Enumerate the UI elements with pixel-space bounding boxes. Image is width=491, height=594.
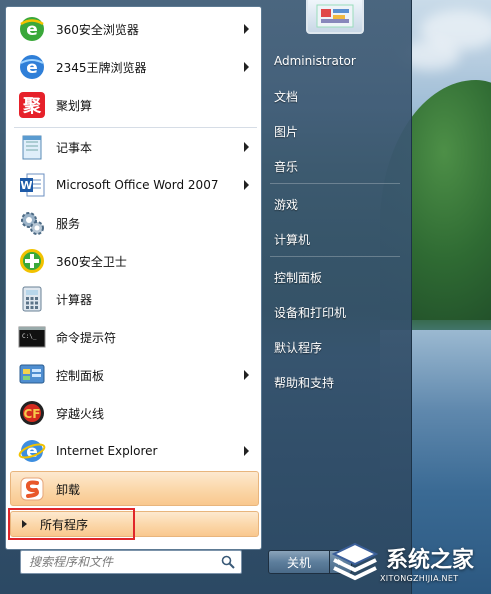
menu-item-default-programs[interactable]: 默认程序: [266, 332, 402, 362]
program-item-word[interactable]: W Microsoft Office Word 2007: [10, 167, 259, 203]
svg-text:聚: 聚: [22, 96, 42, 117]
svg-text:CF: CF: [23, 407, 40, 421]
user-avatar[interactable]: [306, 0, 364, 34]
program-item-360-safe[interactable]: 360安全卫士: [10, 243, 259, 279]
menu-label: 游戏: [274, 197, 299, 212]
control-panel-icon: [16, 359, 48, 391]
menu-item-computer[interactable]: 计算机: [266, 224, 402, 254]
watermark-title: 系统之家: [386, 548, 475, 573]
all-programs-button[interactable]: 所有程序: [10, 511, 259, 537]
program-item-internet-explorer[interactable]: e Internet Explorer: [10, 433, 259, 469]
program-item-notepad[interactable]: 记事本: [10, 129, 259, 165]
search-icon[interactable]: [221, 555, 235, 572]
submenu-arrow-icon: [244, 24, 249, 34]
program-label: Microsoft Office Word 2007: [56, 178, 219, 192]
program-label: 卸载: [56, 482, 81, 497]
program-item-cmd[interactable]: C:\_ 命令提示符: [10, 319, 259, 355]
program-item-2345-browser[interactable]: e 2345王牌浏览器: [10, 49, 259, 85]
separator: [270, 256, 400, 257]
menu-item-control-panel[interactable]: 控制面板: [266, 262, 402, 292]
separator: [14, 127, 257, 128]
services-gear-icon: [16, 207, 48, 239]
program-label: 360安全浏览器: [56, 22, 139, 37]
svg-text:e: e: [26, 20, 38, 40]
program-label: 2345王牌浏览器: [56, 60, 147, 75]
svg-text:W: W: [20, 179, 32, 192]
program-label: 穿越火线: [56, 406, 105, 421]
program-label: 聚划算: [56, 98, 93, 113]
program-label: 360安全卫士: [56, 254, 127, 269]
menu-label: 默认程序: [274, 340, 323, 355]
watermark-url: XITONGZHIJIA.NET: [380, 574, 459, 583]
site-watermark: 系统之家 XITONGZHIJIA.NET: [328, 540, 488, 590]
program-item-crossfire[interactable]: CF 穿越火线: [10, 395, 259, 431]
menu-label: Administrator: [274, 54, 356, 68]
watermark-logo-icon: [331, 542, 379, 581]
menu-item-games[interactable]: 游戏: [266, 189, 402, 219]
crossfire-icon: CF: [16, 397, 48, 429]
menu-item-administrator[interactable]: Administrator: [266, 46, 402, 76]
menu-item-pictures[interactable]: 图片: [266, 116, 402, 146]
360-safe-icon: [16, 245, 48, 277]
submenu-arrow-icon: [244, 142, 249, 152]
submenu-arrow-icon: [244, 62, 249, 72]
program-item-services[interactable]: 服务: [10, 205, 259, 241]
program-item-uninstall[interactable]: 卸载: [10, 471, 259, 507]
menu-item-help-support[interactable]: 帮助和支持: [266, 367, 402, 397]
program-item-360-browser[interactable]: e 360安全浏览器: [10, 11, 259, 47]
uninstall-icon: [16, 473, 48, 505]
menu-item-music[interactable]: 音乐: [266, 151, 402, 181]
submenu-arrow-icon: [244, 370, 249, 380]
all-programs-label: 所有程序: [40, 517, 89, 532]
program-label: 服务: [56, 216, 81, 231]
menu-label: 帮助和支持: [274, 375, 335, 390]
menu-label: 图片: [274, 124, 299, 139]
menu-item-documents[interactable]: 文档: [266, 81, 402, 111]
program-label: 记事本: [56, 140, 93, 155]
shutdown-button[interactable]: 关机: [268, 550, 330, 574]
program-label: 计算器: [56, 292, 93, 307]
shutdown-label: 关机: [287, 555, 312, 570]
notepad-icon: [16, 131, 48, 163]
svg-text:C:\_: C:\_: [22, 333, 37, 340]
menu-label: 文档: [274, 89, 299, 104]
2345-browser-icon: e: [16, 51, 48, 83]
menu-label: 控制面板: [274, 270, 323, 285]
program-item-calculator[interactable]: 计算器: [10, 281, 259, 317]
search-input[interactable]: [29, 552, 219, 572]
ie-icon: e: [16, 435, 48, 467]
search-box[interactable]: [20, 550, 242, 574]
program-label: 控制面板: [56, 368, 105, 383]
360-browser-icon: e: [16, 13, 48, 45]
menu-label: 计算机: [274, 232, 311, 247]
start-menu: e 360安全浏览器 e 2345王牌浏览器 聚 聚划算 记事本 W Micro…: [0, 0, 412, 594]
programs-pane: e 360安全浏览器 e 2345王牌浏览器 聚 聚划算 记事本 W Micro…: [5, 6, 262, 550]
expand-arrow-icon: [22, 520, 27, 528]
program-label: Internet Explorer: [56, 444, 158, 458]
program-label: 命令提示符: [56, 330, 117, 345]
program-item-juhuasuan[interactable]: 聚 聚划算: [10, 87, 259, 123]
submenu-arrow-icon: [244, 180, 249, 190]
program-item-control-panel[interactable]: 控制面板: [10, 357, 259, 393]
cmd-icon: C:\_: [16, 321, 48, 353]
menu-label: 设备和打印机: [274, 305, 347, 320]
menu-item-devices-printers[interactable]: 设备和打印机: [266, 297, 402, 327]
submenu-arrow-icon: [244, 446, 249, 456]
separator: [270, 183, 400, 184]
juhuasuan-icon: 聚: [16, 89, 48, 121]
word-icon: W: [16, 169, 48, 201]
menu-label: 音乐: [274, 159, 299, 174]
calculator-icon: [16, 283, 48, 315]
